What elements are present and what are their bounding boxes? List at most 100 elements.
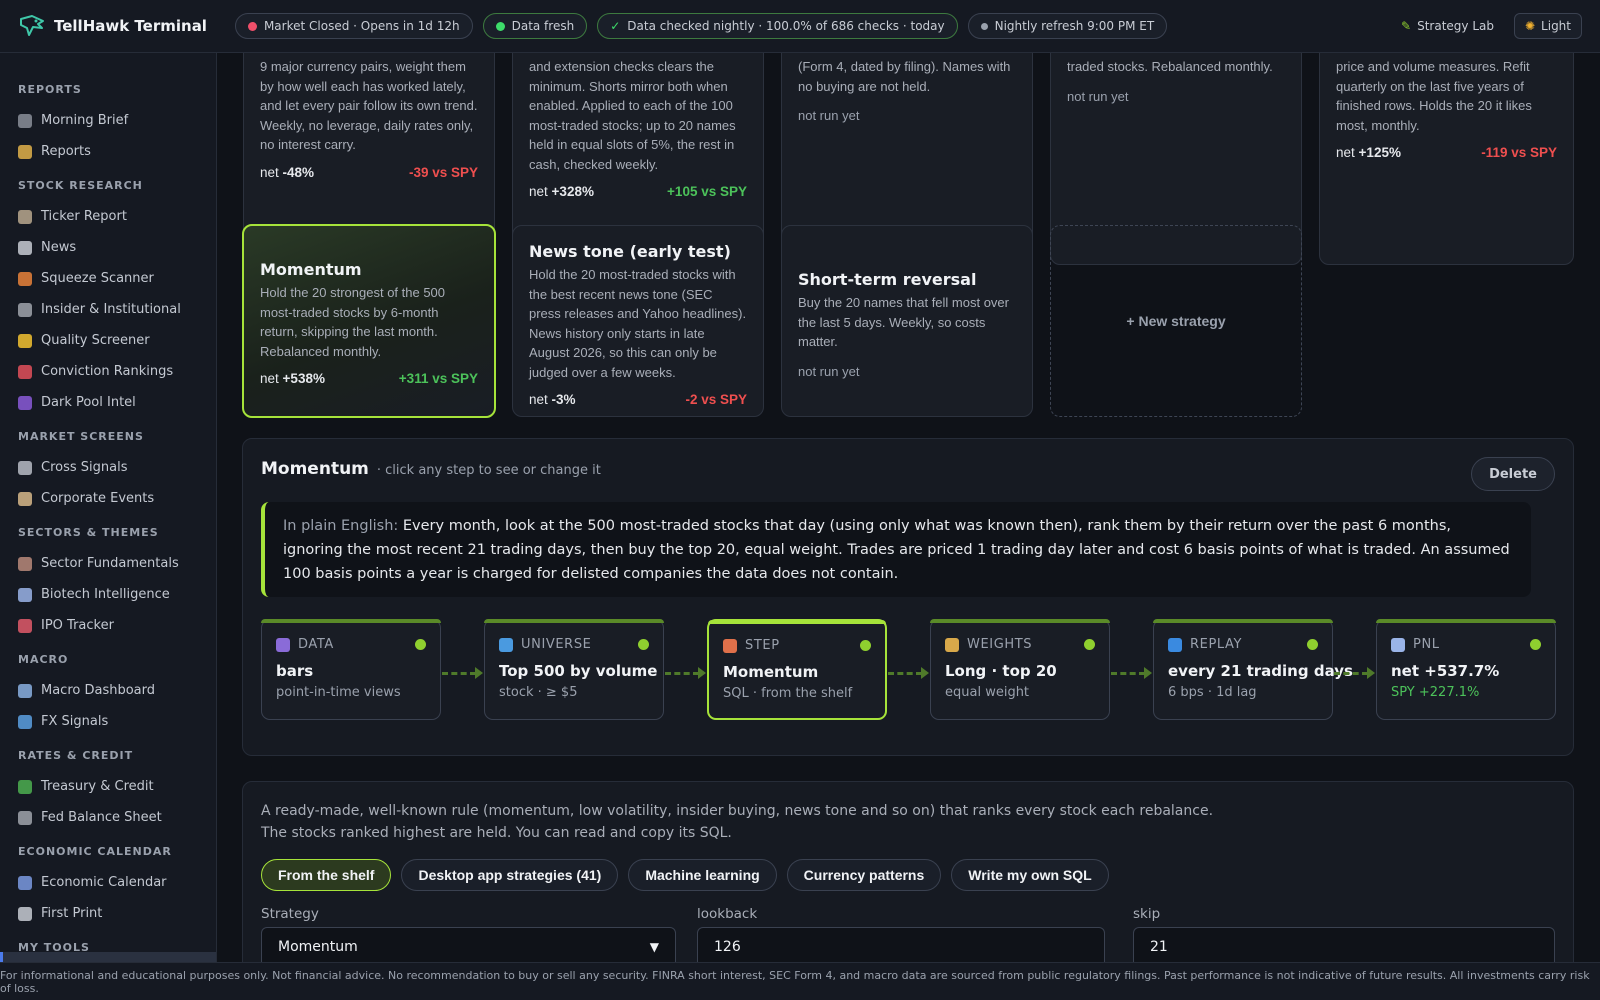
pipeline-step-pnl[interactable]: PNL net +537.7% SPY +227.1% <box>1376 619 1556 720</box>
strategy-card-desc: Buy the 20 names that fell most over the… <box>798 295 1009 349</box>
sidebar-item-corporate-events[interactable]: Corporate Events <box>0 483 216 514</box>
sidebar-section-title: STOCK RESEARCH <box>18 179 143 192</box>
pipeline-connector <box>665 672 699 675</box>
sidebar-item-conviction-rankings[interactable]: Conviction Rankings <box>0 356 216 387</box>
step-ok-dot <box>1084 639 1095 650</box>
step-meta: equal weight <box>945 685 1030 700</box>
strategy-card-momentum[interactable]: Momentum Hold the 20 strongest of the 50… <box>242 224 496 418</box>
step-ok-dot <box>1530 639 1541 650</box>
pipeline-connector <box>888 672 922 675</box>
sidebar-active-item[interactable] <box>0 952 216 962</box>
strategy-select[interactable]: Momentum ▼ <box>261 927 676 962</box>
sidebar-item-squeeze-scanner[interactable]: Squeeze Scanner <box>0 263 216 294</box>
sidebar-item-macro-dashboard[interactable]: Macro Dashboard <box>0 675 216 706</box>
strategy-card-status: not run yet <box>1067 88 1129 104</box>
step-ok-dot <box>860 640 871 651</box>
sidebar-item-economic-calendar[interactable]: Economic Calendar <box>0 867 216 898</box>
pipeline-step-universe[interactable]: UNIVERSE Top 500 by volume stock · ≥ $5 <box>484 619 664 720</box>
sidebar-item-first-print[interactable]: First Print <box>0 898 216 929</box>
sidebar-item-cross-signals[interactable]: Cross Signals <box>0 452 216 483</box>
pipeline-step-step[interactable]: STEP Momentum SQL · from the shelf <box>707 619 887 720</box>
tab-desktop-app-strategies-41[interactable]: Desktop app strategies (41) <box>401 859 619 891</box>
exchange-icon <box>18 714 32 729</box>
step-header: REPLAY <box>1168 637 1318 652</box>
theme-toggle-button[interactable]: ✺ Light <box>1513 13 1582 39</box>
sidebar-item-news[interactable]: News <box>0 232 216 263</box>
strategy-card-title: Short-term reversal <box>798 270 977 289</box>
tab-machine-learning[interactable]: Machine learning <box>628 859 777 891</box>
sidebar-section-title: MACRO <box>18 653 69 666</box>
target-icon <box>18 364 32 379</box>
sidebar-item-label: News <box>41 240 77 255</box>
strategy-card-net: net +328% <box>529 184 594 199</box>
app-title: TellHawk Terminal <box>54 17 207 35</box>
sidebar-item-morning-brief[interactable]: Morning Brief <box>0 105 216 136</box>
strategy-card-news-tone[interactable]: News tone (early test) Hold the 20 most-… <box>512 225 764 417</box>
tab-from-the-shelf[interactable]: From the shelf <box>261 859 392 891</box>
delete-button[interactable]: Delete <box>1471 457 1555 491</box>
strategy-card-title: News tone (early test) <box>529 242 731 261</box>
pipeline-step-weights[interactable]: WEIGHTS Long · top 20 equal weight <box>930 619 1110 720</box>
step-status-bar <box>1376 619 1556 623</box>
tab-currency-patterns[interactable]: Currency patterns <box>786 859 942 891</box>
step-editor-panel: A ready-made, well-known rule (momentum,… <box>242 781 1574 962</box>
pipeline-step-data[interactable]: DATA bars point-in-time views <box>261 619 441 720</box>
strategy-card-short-term-reversal[interactable]: Short-term reversal Buy the 20 names tha… <box>781 225 1033 417</box>
globe-icon <box>499 637 513 652</box>
strategy-card-vs-spy: -2 vs SPY <box>685 392 747 407</box>
strategy-card-machine-learning[interactable]: price and volume measures. Refit quarter… <box>1319 53 1574 265</box>
refresh-pill: Nightly refresh 9:00 PM ET <box>967 13 1168 39</box>
clipboard-icon <box>18 491 32 506</box>
step-meta: 6 bps · 1d lag <box>1168 685 1257 700</box>
sidebar-item-sector-fundamentals[interactable]: Sector Fundamentals <box>0 548 216 579</box>
strategy-card-desc: Hold the 20 strongest of the 500 most-tr… <box>260 285 446 359</box>
strategy-card-desc: 9 major currency pairs, weight them by h… <box>260 59 478 152</box>
lightning-icon <box>18 271 32 286</box>
step-meta: SPY +227.1% <box>1391 685 1480 700</box>
skip-input[interactable]: 21 <box>1133 927 1555 962</box>
step-header: UNIVERSE <box>499 637 649 652</box>
sidebar-item-label: Reports <box>41 144 91 159</box>
sidebar-item-quality-screener[interactable]: Quality Screener <box>0 325 216 356</box>
tab-write-my-own-sql[interactable]: Write my own SQL <box>951 859 1109 891</box>
sidebar-item-ticker-report[interactable]: Ticker Report <box>0 201 216 232</box>
sidebar: REPORTS Morning Brief Reports STOCK RESEARC… <box>0 53 217 962</box>
step-label: WEIGHTS <box>967 637 1033 652</box>
plain-english-lead: In plain English: <box>283 518 399 534</box>
sidebar-item-dark-pool-intel[interactable]: Dark Pool Intel <box>0 387 216 418</box>
new-strategy-button[interactable]: + New strategy <box>1050 225 1302 417</box>
step-ok-dot <box>638 639 649 650</box>
pencil-icon: ✎ <box>1401 19 1412 33</box>
sidebar-item-fx-signals[interactable]: FX Signals <box>0 706 216 737</box>
sidebar-item-fed-balance-sheet[interactable]: Fed Balance Sheet <box>0 802 216 833</box>
sidebar-item-label: Fed Balance Sheet <box>41 810 162 825</box>
sidebar-item-treasury-credit[interactable]: Treasury & Credit <box>0 771 216 802</box>
step-ok-dot <box>415 639 426 650</box>
sidebar-item-ipo-tracker[interactable]: IPO Tracker <box>0 610 216 641</box>
step-label: UNIVERSE <box>521 637 592 652</box>
strategy-lab-button[interactable]: ✎ Strategy Lab <box>1391 13 1504 39</box>
step-value: every 21 trading days <box>1168 662 1353 680</box>
abacus-icon <box>723 638 737 653</box>
strategy-card-vs-spy: +311 vs SPY <box>398 371 478 386</box>
step-value: bars <box>276 662 314 680</box>
sidebar-item-insider-institutional[interactable]: Insider & Institutional <box>0 294 216 325</box>
pipeline-step-replay[interactable]: REPLAY every 21 trading days 6 bps · 1d la… <box>1153 619 1353 720</box>
sidebar-item-label: Dark Pool Intel <box>41 395 136 410</box>
checkmark-icon: ✓ <box>610 19 621 33</box>
strategy-card-status: not run yet <box>798 108 860 123</box>
lookback-input[interactable]: 126 <box>697 927 1105 962</box>
main-content: 9 major currency pairs, weight them by h… <box>217 53 1600 962</box>
refresh-text: Nightly refresh 9:00 PM ET <box>994 19 1155 33</box>
step-source-tabs: From the shelf Desktop app strategies (41… <box>261 859 1109 891</box>
sidebar-item-biotech-intelligence[interactable]: Biotech Intelligence <box>0 579 216 610</box>
strategy-card-net: net +538% <box>260 371 325 386</box>
sidebar-section-title: REPORTS <box>18 83 82 96</box>
strategy-card-desc: traded stocks. Rebalanced monthly. <box>1067 59 1273 74</box>
app-logo[interactable]: TellHawk Terminal <box>18 12 207 40</box>
shelf-description: A ready-made, well-known rule (momentum,… <box>261 803 1214 841</box>
sidebar-item-reports[interactable]: Reports <box>0 136 216 167</box>
skip-field-label: skip <box>1133 906 1161 922</box>
step-label: DATA <box>298 637 334 652</box>
step-header: STEP <box>723 638 871 653</box>
